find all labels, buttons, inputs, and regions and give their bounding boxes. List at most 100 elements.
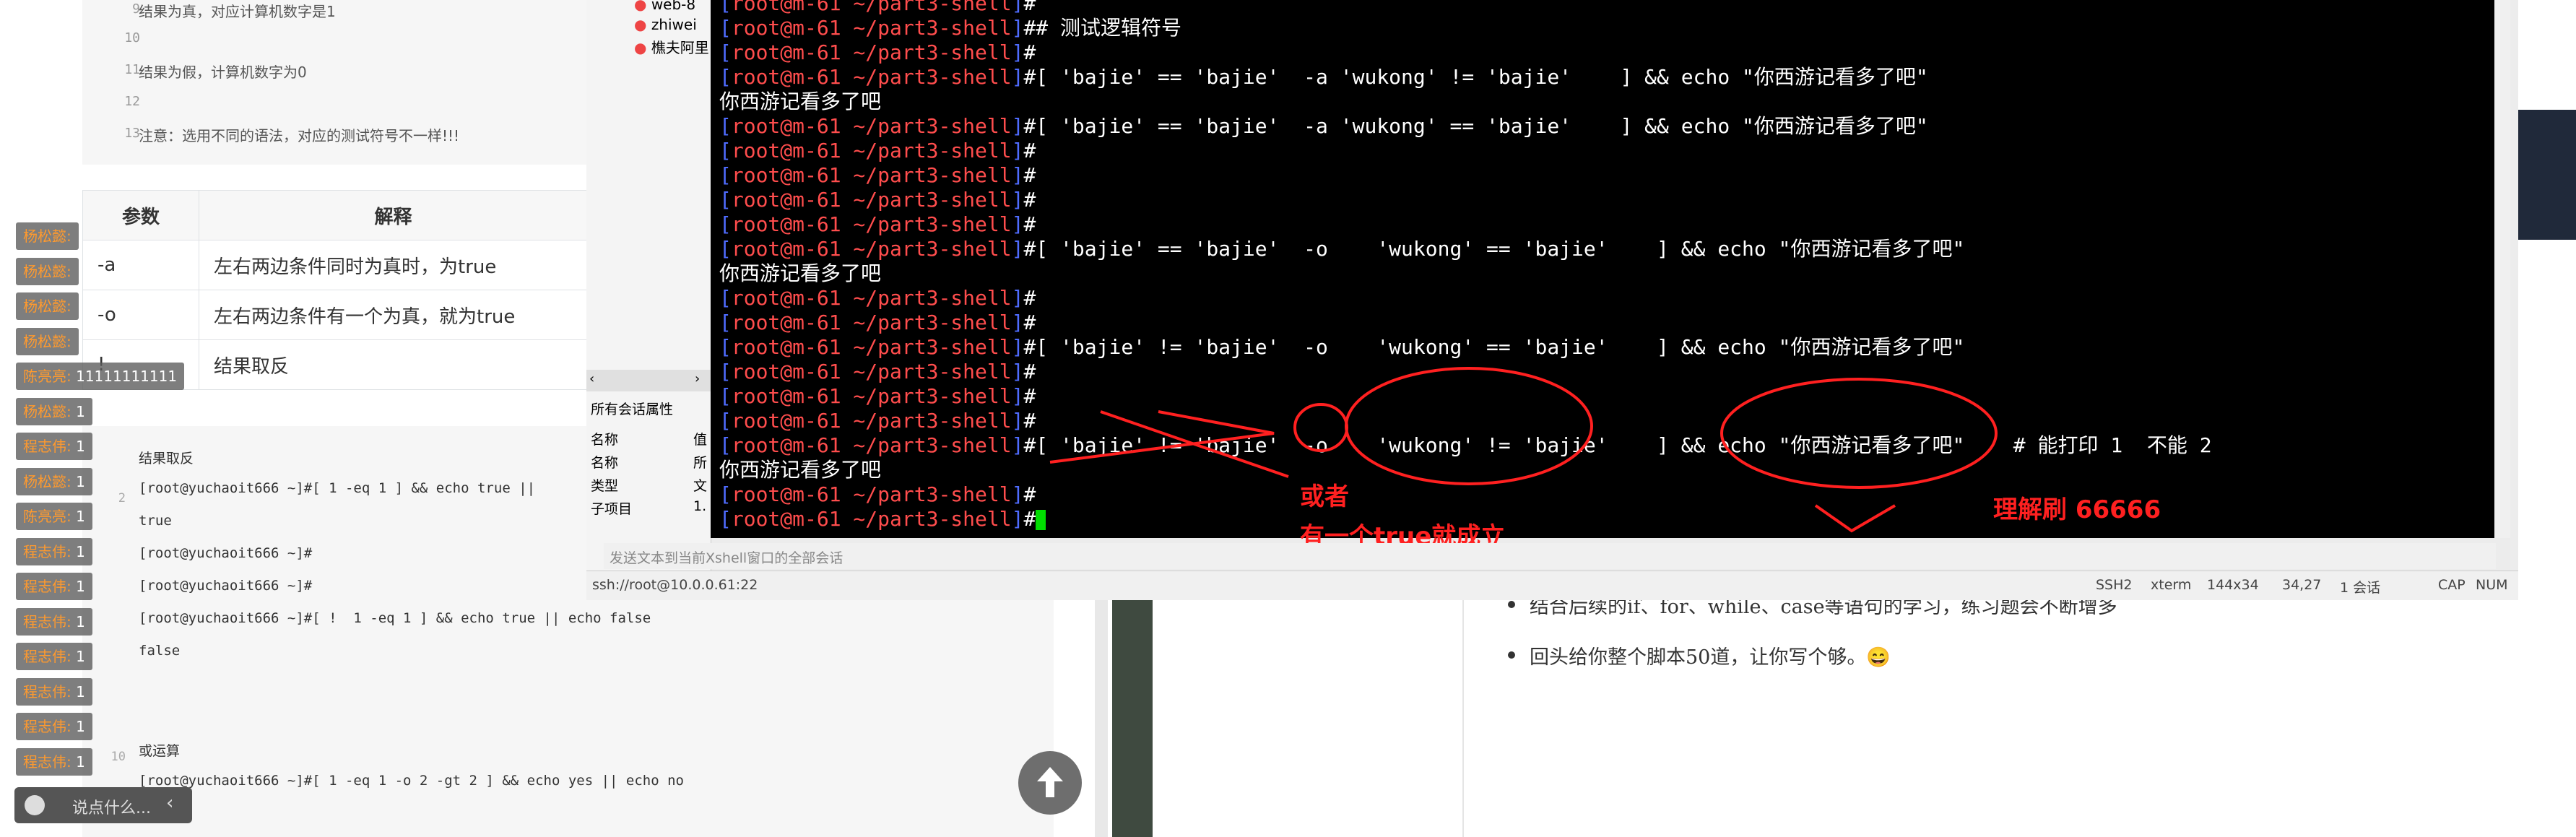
danmaku-item: 程志伟: 1: [16, 607, 92, 636]
scroll-to-top-button[interactable]: [1018, 751, 1082, 815]
check-mark: [1814, 504, 1896, 533]
table-cell: 左右两边条件同时为真时，为true: [199, 240, 588, 290]
code-line: [root@yuchaoit666 ~]#: [139, 545, 313, 561]
danmaku-name: 杨松懿:: [23, 402, 71, 420]
code-line: true: [139, 513, 172, 529]
circle-mark: [1345, 367, 1593, 485]
danmaku-name: 陈亮亮:: [23, 368, 71, 385]
prop-value: 1.: [693, 498, 707, 514]
num-indicator: NUM: [2476, 577, 2508, 593]
danmaku-item: 程志伟: 1: [16, 573, 92, 600]
list-item: 回头给你整个脚本50道，让你写个够。😄: [1508, 641, 1891, 669]
session-label: web-8: [651, 0, 696, 13]
danmaku-message: 1: [71, 472, 85, 490]
session-item[interactable]: ● web-8: [634, 0, 695, 13]
document-scrollbar[interactable]: [1095, 592, 1108, 837]
danmaku-message: 1: [71, 753, 85, 771]
terminal-scrollbar[interactable]: [2494, 0, 2510, 538]
code-line: 结果为假，计算机数字为0: [139, 64, 307, 81]
terminal-type: xterm: [2151, 577, 2192, 593]
danmaku-item: 杨松懿:: [16, 292, 79, 320]
table-cell: 结果取反: [199, 339, 588, 390]
danmaku-name: 杨松懿:: [23, 262, 71, 280]
danmaku-item: 陈亮亮: 1: [16, 503, 92, 530]
table-cell: -o: [82, 290, 199, 340]
danmaku-message: 1: [71, 648, 85, 665]
table-row: -o 左右两边条件有一个为真，就为true: [82, 290, 588, 340]
send-to-all-bar[interactable]: 发送文本到当前Xshell窗口的全部会话: [604, 543, 2496, 569]
code-line: 结果取反: [139, 451, 194, 467]
danmaku-name: 杨松懿:: [23, 472, 71, 490]
table-cell: -a: [82, 240, 199, 290]
arrow-up-icon: [1037, 767, 1063, 797]
danmaku-item: 杨松懿:: [16, 257, 79, 285]
session-item[interactable]: ● 樵夫阿里: [634, 36, 709, 57]
danmaku-name: 陈亮亮:: [23, 508, 71, 525]
props-header-name: 名称: [591, 432, 619, 448]
danmaku-item: 杨松懿:: [16, 327, 79, 355]
danmaku-item: 杨松懿:: [16, 222, 79, 250]
code-block-top: 9 结果为真，对应计算机数字是1 10 11 结果为假，计算机数字为0 12 1…: [82, 0, 588, 165]
session-manager-panel: ● web-8 ● zhiwei ● 樵夫阿里 ‹ › 所有会话属性 名称 值 …: [586, 0, 711, 571]
status-bar: ssh://root@10.0.0.61:22 SSH2 xterm 144x3…: [586, 571, 2518, 600]
danmaku-message: 1: [71, 682, 85, 701]
code-line: 或运算: [139, 743, 181, 759]
chevron-right-icon[interactable]: ›: [695, 371, 700, 386]
danmaku-item: 程志伟: 1: [16, 537, 92, 565]
code-line: [root@yuchaoit666 ~]#[ 1 -eq 1 ] && echo…: [139, 480, 544, 496]
code-line: [root@yuchaoit666 ~]#[ ! 1 -eq 1 ] && ec…: [139, 610, 651, 626]
hand-drawn-annotations: [1049, 367, 1998, 533]
annotation-or: 或者: [1300, 482, 1349, 511]
danmaku-item: 程志伟: 1: [16, 677, 92, 706]
danmaku-name: 程志伟:: [23, 578, 71, 595]
send-all-text: 发送文本到当前Xshell窗口的全部会话: [610, 550, 844, 566]
session-item[interactable]: ● zhiwei: [634, 16, 697, 33]
danmaku-message: 11111111111: [71, 368, 178, 385]
danmaku-message: 1: [71, 612, 85, 630]
danmaku-message: 1: [71, 718, 85, 735]
terminal-size: 144x34: [2207, 577, 2259, 593]
chat-input-bar[interactable]: 说点什么... ‹: [14, 787, 192, 823]
line-number: 10: [124, 30, 140, 45]
line-number: 13: [124, 126, 140, 141]
prop-name: 子项目: [591, 501, 633, 517]
chevron-left-icon[interactable]: ‹: [589, 371, 594, 386]
danmaku-name: 程志伟:: [23, 542, 71, 560]
danmaku-item: 杨松懿: 1: [16, 467, 92, 495]
code-line: 结果为真，对应计算机数字是1: [139, 3, 336, 20]
session-count: 1 会话: [2340, 580, 2381, 596]
props-header-value: 值: [693, 432, 708, 448]
danmaku-name: 程志伟:: [23, 682, 71, 701]
code-line: [root@yuchaoit666 ~]#: [139, 578, 313, 594]
horizontal-scrollbar[interactable]: ‹ ›: [586, 370, 711, 391]
code-line: false: [139, 643, 181, 659]
properties-title: 所有会话属性: [591, 402, 674, 417]
circle-mark: [1720, 378, 1998, 489]
code-line: 注意：选用不同的语法，对应的测试符号不一样!!!: [139, 127, 460, 144]
chat-input[interactable]: 说点什么...: [72, 795, 151, 818]
side-panel-edge: [2518, 110, 2576, 240]
danmaku-message: 1: [71, 508, 85, 525]
danmaku-item: 程志伟: 1: [16, 713, 92, 740]
table-row: -a 左右两边条件同时为真时，为true: [82, 240, 588, 290]
line-number: 11: [124, 62, 140, 77]
smile-icon[interactable]: [25, 795, 45, 815]
danmaku-name: 杨松懿:: [23, 332, 71, 350]
danmaku-item: 程志伟: 1: [16, 747, 92, 776]
danmaku-message: 1: [71, 542, 85, 560]
session-label: 樵夫阿里: [651, 39, 709, 56]
danmaku-item: 陈亮亮: 11111111111: [16, 363, 185, 390]
danmaku-name: 杨松懿:: [23, 298, 71, 315]
danmaku-name: 程志伟:: [23, 648, 71, 665]
divider: [1462, 578, 1464, 837]
code-line: [root@yuchaoit666 ~]#[ 1 -eq 1 -o 2 -gt …: [139, 773, 684, 789]
danmaku-name: 程志伟:: [23, 438, 71, 455]
danmaku-name: 程志伟:: [23, 753, 71, 771]
chevron-left-icon[interactable]: ‹: [166, 792, 173, 814]
param-table: 参数 解释 -a 左右两边条件同时为真时，为true -o 左右两边条件有一个为…: [82, 190, 588, 390]
dark-panel-strip: [1112, 578, 1153, 837]
circle-mark: [1293, 403, 1348, 452]
danmaku-message: 1: [71, 578, 85, 595]
table-header: 解释: [199, 190, 588, 240]
session-label: zhiwei: [651, 16, 697, 33]
